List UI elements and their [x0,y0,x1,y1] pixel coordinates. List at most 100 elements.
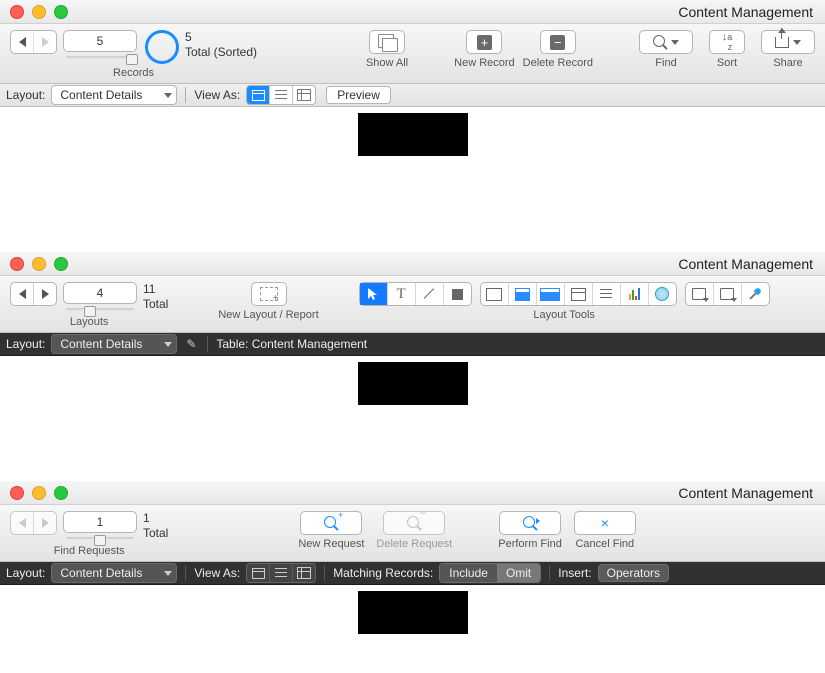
line-icon [424,289,435,300]
view-as-label: View As: [194,88,240,102]
layout-label: Layout: [6,88,45,102]
layout-select[interactable]: Content Details [51,563,177,583]
layout-select-value: Content Details [60,337,142,351]
prev-layout-button[interactable] [11,283,33,305]
toolbar: 1 1 Total Find Requests + New Request − … [0,505,825,562]
button-tool[interactable] [508,283,536,305]
search-icon [653,35,667,49]
layouts-label: Layouts [70,316,109,328]
perform-find-button[interactable] [499,511,561,535]
rectangle-tool[interactable] [443,283,471,305]
content-area [0,356,825,411]
show-all-button[interactable] [369,30,405,54]
close-window-icon[interactable] [10,486,24,500]
operators-button[interactable]: Operators [598,564,669,582]
selection-tool[interactable] [360,283,387,305]
request-slider[interactable] [64,533,136,542]
minimize-window-icon[interactable] [32,5,46,19]
layout-nav [10,282,57,306]
tab-control-icon [571,288,586,301]
view-as-segment [246,563,316,583]
records-label: Records [113,67,154,79]
window-title: Content Management [678,256,813,272]
close-window-icon[interactable] [10,5,24,19]
table-label: Table: Content Management [216,337,367,351]
layouts-status: Total [143,297,168,312]
view-list-button[interactable] [269,86,292,104]
record-nav [10,30,57,54]
next-record-button[interactable] [33,31,56,53]
request-number-field[interactable]: 1 [63,511,137,533]
view-list-button[interactable] [269,564,292,582]
cancel-find-button[interactable]: × [574,511,636,535]
button-icon [515,288,530,301]
square-icon [452,289,463,300]
zoom-window-icon[interactable] [54,486,68,500]
web-icon [655,287,669,301]
minimize-window-icon[interactable] [32,486,46,500]
record-number-field[interactable]: 5 [63,30,137,52]
sort-icon: ↓az [722,32,733,52]
view-table-button[interactable] [292,86,315,104]
list-view-icon [275,568,287,578]
view-table-button[interactable] [292,564,315,582]
find-button[interactable] [639,30,693,54]
chevron-down-icon [793,40,801,45]
prev-record-button[interactable] [11,31,33,53]
delete-request-button[interactable]: − [383,511,445,535]
layout-select[interactable]: Content Details [51,334,177,354]
share-button[interactable] [761,30,815,54]
plus-icon: + [477,35,492,50]
layout-select-value: Content Details [60,566,142,580]
webviewer-tool[interactable] [648,283,676,305]
field-picker-tool[interactable] [686,283,713,305]
tab-tool[interactable] [564,283,592,305]
edit-layout-icon[interactable]: ✎ [183,336,199,352]
part-tool[interactable] [713,283,741,305]
close-window-icon[interactable] [10,257,24,271]
minimize-window-icon[interactable] [32,257,46,271]
delete-record-button[interactable]: − [540,30,576,54]
zoom-window-icon[interactable] [54,5,68,19]
text-tool[interactable]: T [387,283,415,305]
line-tool[interactable] [415,283,443,305]
layout-tools-group-1: T [359,282,472,306]
table-view-icon [297,567,311,579]
chevron-down-icon [164,571,172,576]
omit-button[interactable]: Omit [497,564,540,582]
layout-number-field[interactable]: 4 [63,282,137,304]
sort-button[interactable]: ↓az [709,30,745,54]
layout-bar-dark: Layout: Content Details ✎ Table: Content… [0,333,825,356]
zoom-window-icon[interactable] [54,257,68,271]
list-view-icon [275,90,287,100]
layout-select[interactable]: Content Details [51,85,177,105]
new-layout-button[interactable] [251,282,287,306]
include-button[interactable]: Include [440,564,497,582]
field-tool[interactable] [481,283,508,305]
toolbar: 4 11 Total Layouts New Layout / Report T [0,276,825,333]
format-painter-tool[interactable] [741,283,769,305]
requests-total: 1 [143,511,168,526]
chevron-down-icon [164,342,172,347]
preview-button[interactable]: Preview [326,86,391,104]
chart-icon [629,288,640,300]
titlebar: Content Management [0,0,825,24]
new-record-button[interactable]: + [466,30,502,54]
content-area [0,107,825,162]
next-request-button[interactable] [33,512,56,534]
layout-label: Layout: [6,337,45,351]
buttonbar-tool[interactable] [536,283,564,305]
view-form-button[interactable] [247,564,269,582]
view-form-button[interactable] [247,86,269,104]
new-request-button[interactable]: + [300,511,362,535]
layout-slider[interactable] [64,304,136,313]
chart-tool[interactable] [620,283,648,305]
record-slider[interactable] [64,52,136,61]
layout-tools-group-2 [480,282,677,306]
next-layout-button[interactable] [33,283,56,305]
prev-request-button[interactable] [11,512,33,534]
portal-tool[interactable] [592,283,620,305]
pointer-icon [367,287,379,301]
field-icon [486,288,502,301]
redacted-block [358,591,468,634]
